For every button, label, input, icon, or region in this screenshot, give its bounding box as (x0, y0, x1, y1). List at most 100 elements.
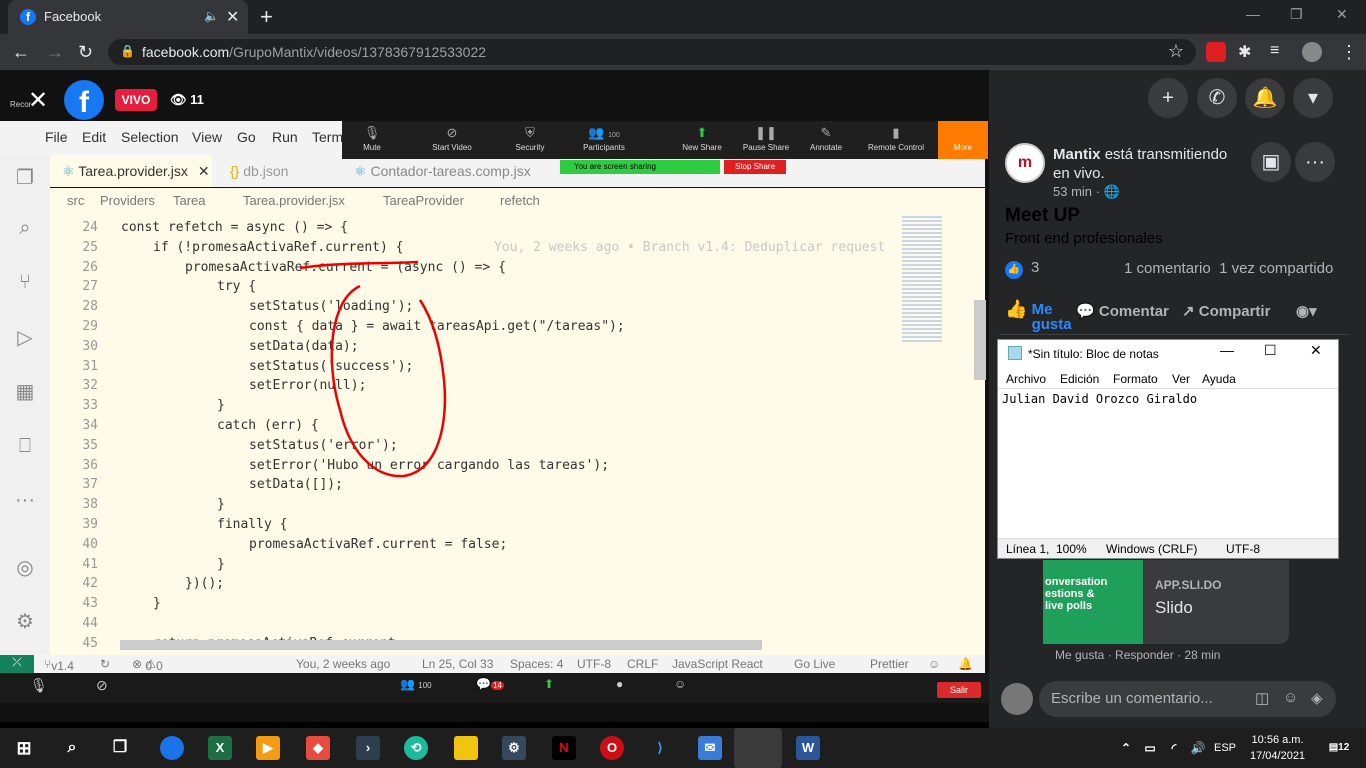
emoji-icon[interactable]: ☺ (1283, 689, 1298, 706)
back-icon[interactable]: ← (12, 42, 30, 63)
breadcrumb-file[interactable]: Tarea.provider.jsx (243, 193, 345, 208)
tab-db-json[interactable]: {} db.json (222, 155, 342, 187)
file-explorer-icon[interactable] (454, 736, 478, 760)
menu-go[interactable]: Go (237, 129, 256, 145)
mail-icon[interactable]: ✉ (698, 736, 722, 760)
minimize-icon[interactable]: — (1220, 342, 1234, 358)
reaction-profile-selector[interactable]: ◉▾ (1296, 302, 1317, 320)
notepad-taskbar-button[interactable] (734, 728, 782, 768)
forward-icon[interactable]: → (46, 42, 64, 63)
zoom-leave-button[interactable]: Salir (937, 682, 981, 698)
post-stats[interactable]: 1 comentario 1 vez compartido (1124, 260, 1333, 277)
word-icon[interactable]: W (796, 736, 820, 760)
menu-selection[interactable]: Selection (121, 129, 179, 145)
close-window-icon[interactable]: ✕ (1336, 6, 1348, 23)
share-screen-icon[interactable]: ⬆ (544, 677, 554, 691)
comment-button[interactable]: 💬 Comentar (1076, 302, 1169, 320)
maximize-icon[interactable]: ☐ (1264, 342, 1277, 359)
create-button[interactable]: + (1148, 78, 1188, 118)
breadcrumb-tarea[interactable]: Tarea (173, 193, 206, 208)
menu-edit[interactable]: Edit (82, 129, 106, 145)
more-icon[interactable]: ··· (13, 489, 37, 513)
editor-scrollbar[interactable] (974, 300, 986, 380)
menu-formato[interactable]: Formato (1113, 372, 1158, 386)
browser-menu-icon[interactable]: ⋮ (1340, 42, 1358, 63)
notepad-textarea[interactable]: Julian David Orozco Giraldo (998, 388, 1338, 538)
explorer-icon[interactable]: ❐ (13, 165, 37, 189)
minimap[interactable] (898, 208, 970, 358)
extensions-icon[interactable]: ▦ (13, 379, 37, 403)
remote-icon[interactable]: ⤫ (0, 655, 34, 673)
post-time[interactable]: 53 min · 🌐 (1053, 184, 1120, 200)
video-muted-icon[interactable]: ⊘ (96, 677, 108, 694)
adblock-extension-icon[interactable] (1206, 42, 1226, 62)
stop-share-button[interactable]: Stop Share (724, 160, 786, 174)
post-options-icon[interactable]: ··· (1295, 142, 1335, 182)
sync-icon[interactable]: ↻ (100, 657, 110, 671)
zoom-new-share-button[interactable]: ⬆ New Share (672, 125, 732, 152)
go-live[interactable]: Go Live (794, 657, 835, 671)
zoom-participants-button[interactable]: 👥 100 Participants (574, 125, 634, 152)
zoom-remote-control-button[interactable]: ▮ Remote Control (864, 125, 928, 152)
code-editor[interactable]: 24 const refetch = async () => {25 if (!pr… (50, 214, 985, 655)
notifications-bell-icon[interactable]: 🔔 (958, 657, 973, 671)
line-endings[interactable]: CRLF (627, 657, 658, 671)
breadcrumb-providers[interactable]: Providers (100, 193, 155, 208)
account-icon[interactable]: ◎ (13, 555, 37, 579)
bookmark-star-icon[interactable]: ☆ (1168, 41, 1184, 62)
zoom-security-button[interactable]: ⛨ Security (500, 125, 560, 152)
address-bar[interactable]: 🔒 facebook.com/GrupoMantix/videos/137836… (108, 39, 1196, 65)
notifications-icon[interactable]: 🔔 (1245, 78, 1285, 118)
excel-icon[interactable]: X (208, 736, 232, 760)
browser-tab[interactable]: f Facebook 🔈 ✕ (8, 0, 248, 34)
media-control-icon[interactable]: ≡ (1270, 42, 1290, 62)
network-app-icon[interactable]: ⚙ (502, 736, 526, 760)
new-tab-button[interactable]: + (260, 4, 273, 30)
anydesk-icon[interactable]: ◆ (306, 736, 330, 760)
participants-icon[interactable]: 👥 100 (400, 677, 432, 691)
tab-contador-tareas[interactable]: ⚛ Contador-tareas.comp.jsx (346, 155, 546, 187)
menu-archivo[interactable]: Archivo (1006, 372, 1046, 386)
record-icon[interactable]: ● (616, 677, 623, 691)
notification-center[interactable]: ▤12 (1324, 736, 1354, 760)
chrome-icon[interactable] (160, 736, 184, 760)
zoom-mute-button[interactable]: 🎙 Mute (342, 125, 402, 152)
settings-gear-icon[interactable]: ⚙ (13, 609, 37, 633)
wifi-icon[interactable]: ◜ (1162, 736, 1186, 760)
source-control-icon[interactable]: ⑂ (13, 271, 37, 295)
save-icon[interactable]: ▣ (1251, 142, 1291, 182)
close-editor-tab-icon[interactable]: ✕ (198, 163, 210, 179)
volume-icon[interactable]: 🔊 (1186, 736, 1210, 760)
menu-run[interactable]: Run (272, 129, 298, 145)
facebook-logo-icon[interactable]: f (64, 80, 104, 120)
task-view-icon[interactable]: ❐ (108, 736, 132, 760)
page-avatar[interactable]: m (1005, 143, 1045, 183)
account-menu-icon[interactable]: ▾ (1293, 78, 1333, 118)
profile-avatar-icon[interactable] (1302, 42, 1322, 62)
sticker-icon[interactable]: ◫ (1255, 689, 1269, 707)
windows-start-icon[interactable]: ⊞ (12, 736, 36, 760)
minimize-icon[interactable]: — (1246, 6, 1260, 22)
slido-link-card[interactable]: onversation estions & live polls APP.SLI… (1043, 560, 1289, 644)
chat-icon[interactable]: 💬 14 (476, 677, 504, 691)
menu-ayuda[interactable]: Ayuda (1202, 372, 1236, 386)
media-player-icon[interactable]: ▶ (256, 736, 280, 760)
indentation[interactable]: Spaces: 4 (510, 657, 563, 671)
post-author[interactable]: Mantix (1053, 146, 1101, 163)
netflix-icon[interactable]: N (552, 736, 576, 760)
menu-terminal[interactable]: Term (312, 129, 343, 145)
messenger-icon[interactable]: ✆ (1197, 78, 1237, 118)
breadcrumb-provider-symbol[interactable]: TareaProvider (383, 193, 464, 208)
zoom-more-button[interactable]: More (938, 121, 988, 159)
zoom-pause-share-button[interactable]: ❚❚ Pause Share (736, 125, 796, 152)
like-button[interactable]: 👍 Me gusta (1005, 300, 1072, 332)
comment-actions[interactable]: Me gusta · Responder · 28 min (1055, 648, 1220, 662)
share-button[interactable]: ↗ Compartir (1182, 302, 1270, 320)
language-mode[interactable]: JavaScript React (672, 657, 763, 671)
bookmark-icon[interactable]: ⎕ (13, 435, 37, 459)
status-blame[interactable]: You, 2 weeks ago (296, 657, 390, 671)
close-icon[interactable]: ✕ (1310, 342, 1322, 359)
opera-icon[interactable]: O (600, 736, 624, 760)
extensions-puzzle-icon[interactable]: ✱ (1238, 42, 1258, 62)
editor-horizontal-scrollbar[interactable] (120, 640, 762, 650)
